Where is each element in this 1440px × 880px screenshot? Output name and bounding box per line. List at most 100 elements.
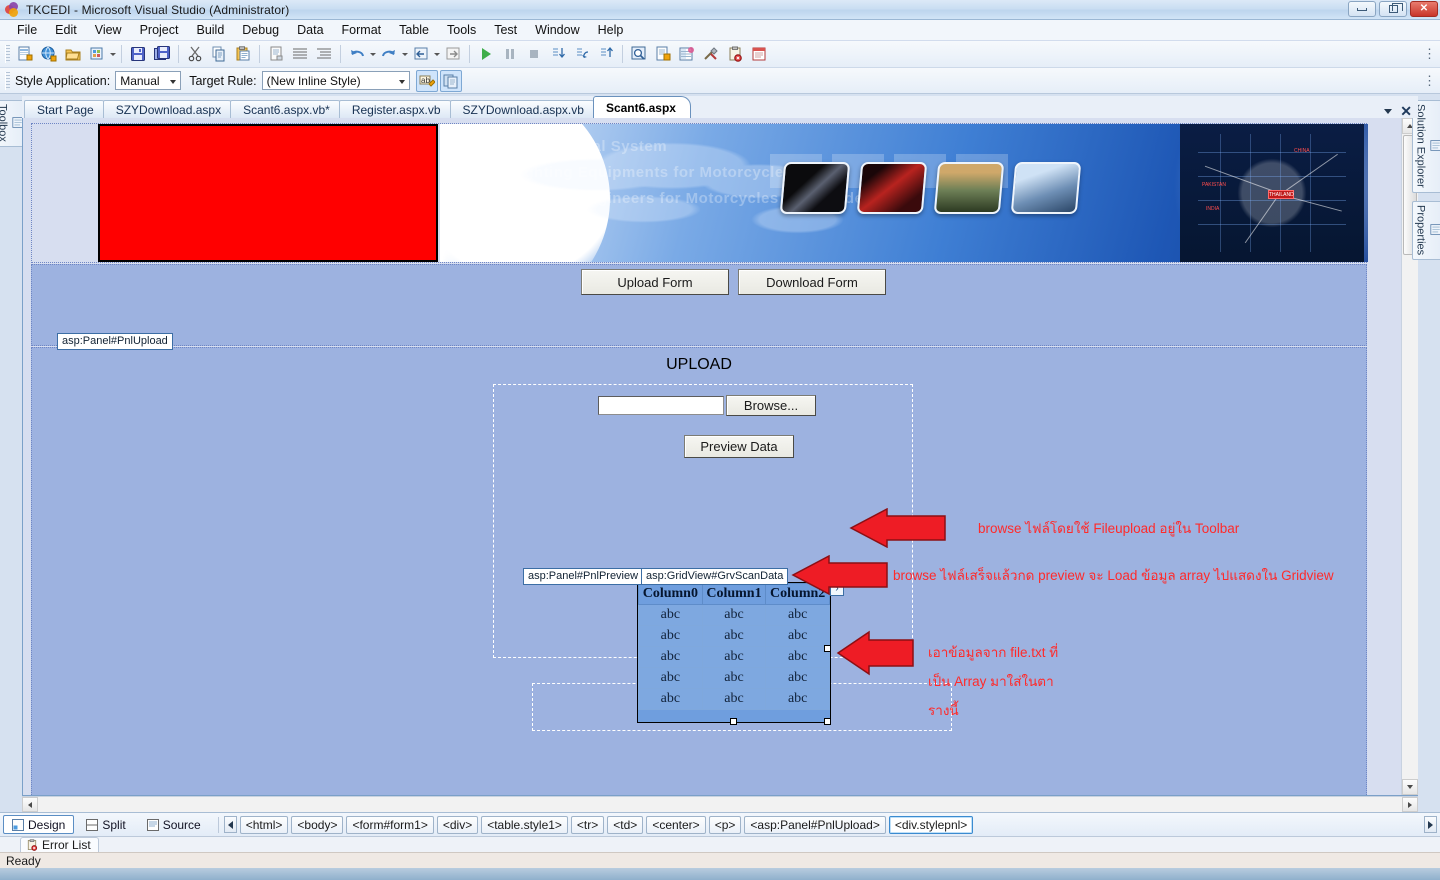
browse-button[interactable]: Browse... bbox=[726, 395, 816, 416]
menu-item-format[interactable]: Format bbox=[333, 21, 391, 39]
start-debug-icon[interactable] bbox=[475, 43, 497, 65]
error-list-tab[interactable]: Error List bbox=[20, 837, 99, 852]
menu-item-debug[interactable]: Debug bbox=[233, 21, 288, 39]
file-upload-input[interactable] bbox=[598, 396, 724, 415]
undo-icon[interactable] bbox=[346, 43, 368, 65]
tag-nav-scroll-right[interactable] bbox=[1424, 816, 1437, 833]
new-item2-icon[interactable] bbox=[652, 43, 674, 65]
tag-nav-scroll-left[interactable] bbox=[224, 816, 237, 833]
menu-item-project[interactable]: Project bbox=[131, 21, 188, 39]
new-project-icon[interactable] bbox=[14, 43, 36, 65]
properties-window-icon[interactable] bbox=[676, 43, 698, 65]
minimize-button[interactable] bbox=[1348, 1, 1376, 17]
style-toolbar-grip[interactable] bbox=[5, 72, 10, 90]
navigate-back-icon[interactable] bbox=[410, 43, 432, 65]
panel-tag-pnlupload[interactable]: asp:Panel#PnlUpload bbox=[57, 333, 173, 350]
cut-icon[interactable] bbox=[184, 43, 206, 65]
step-out-icon[interactable] bbox=[595, 43, 617, 65]
menu-item-file[interactable]: File bbox=[8, 21, 46, 39]
apply-style-icon[interactable]: ab bbox=[416, 70, 438, 92]
document-tab-start-page[interactable]: Start Page bbox=[24, 100, 109, 118]
banner-region[interactable]: Professional SystemLighting Equipments f… bbox=[31, 123, 1367, 263]
menu-item-build[interactable]: Build bbox=[187, 21, 233, 39]
chevron-down-icon[interactable] bbox=[1384, 109, 1392, 114]
menu-item-view[interactable]: View bbox=[86, 21, 131, 39]
source-view-button[interactable]: Source bbox=[138, 815, 210, 834]
maximize-button[interactable] bbox=[1379, 1, 1407, 17]
tag-nav-chip[interactable]: <asp:Panel#PnlUpload> bbox=[744, 816, 885, 834]
save-all-icon[interactable] bbox=[151, 43, 173, 65]
document-tab-register-aspx-vb[interactable]: Register.aspx.vb bbox=[339, 100, 456, 118]
panel-tag-pnlpreview[interactable]: asp:Panel#PnlPreview bbox=[523, 568, 643, 585]
new-item-icon[interactable] bbox=[86, 43, 108, 65]
document-tab-szydownload-aspx[interactable]: SZYDownload.aspx bbox=[103, 100, 236, 118]
tools-icon[interactable] bbox=[700, 43, 722, 65]
tag-nav-chip[interactable]: <table.style1> bbox=[481, 816, 568, 834]
style-application-dropdown[interactable]: Manual bbox=[115, 71, 181, 90]
navigate-back-dropdown-icon[interactable] bbox=[433, 43, 441, 65]
menu-item-tools[interactable]: Tools bbox=[438, 21, 485, 39]
indent-icon[interactable] bbox=[289, 43, 311, 65]
paste-icon[interactable] bbox=[232, 43, 254, 65]
dock-tab-properties[interactable]: Properties bbox=[1412, 201, 1440, 260]
redo-dropdown-icon[interactable] bbox=[401, 43, 409, 65]
attach-stylesheet-icon[interactable] bbox=[440, 70, 462, 92]
add-web-site-icon[interactable] bbox=[38, 43, 60, 65]
tag-nav-chip[interactable]: <p> bbox=[709, 816, 742, 834]
designer-horizontal-scrollbar[interactable] bbox=[22, 796, 1418, 812]
download-form-button[interactable]: Download Form bbox=[738, 269, 886, 295]
error-list-icon[interactable] bbox=[724, 43, 746, 65]
save-icon[interactable] bbox=[127, 43, 149, 65]
horizontal-scroll-track[interactable] bbox=[38, 797, 1402, 812]
design-view-button[interactable]: Design bbox=[3, 815, 74, 834]
copy-icon[interactable] bbox=[208, 43, 230, 65]
menu-item-test[interactable]: Test bbox=[485, 21, 526, 39]
scroll-left-button[interactable] bbox=[22, 797, 38, 812]
scroll-right-button[interactable] bbox=[1402, 797, 1418, 812]
document-tab-szydownload-aspx-vb[interactable]: SZYDownload.aspx.vb bbox=[450, 100, 599, 118]
preview-data-button[interactable]: Preview Data bbox=[684, 435, 794, 458]
output-window-icon[interactable] bbox=[748, 43, 770, 65]
tag-nav-chip[interactable]: <div.stylepnl> bbox=[889, 816, 974, 834]
style-toolbar-overflow-button[interactable]: ⋮ bbox=[1423, 79, 1436, 83]
web-form-designer[interactable]: Professional SystemLighting Equipments f… bbox=[23, 118, 1401, 795]
tag-nav-chip[interactable]: <center> bbox=[646, 816, 705, 834]
open-file-icon[interactable] bbox=[62, 43, 84, 65]
step-over-icon[interactable] bbox=[571, 43, 593, 65]
toolbar-overflow-button[interactable]: ⋮ bbox=[1423, 52, 1436, 56]
resize-handle-corner[interactable] bbox=[824, 718, 831, 725]
resize-handle-right[interactable] bbox=[824, 645, 831, 652]
scroll-down-button[interactable] bbox=[1402, 779, 1418, 795]
split-view-button[interactable]: Split bbox=[77, 815, 134, 834]
target-rule-dropdown[interactable]: (New Inline Style) bbox=[262, 71, 410, 90]
stop-icon[interactable] bbox=[523, 43, 545, 65]
menu-item-table[interactable]: Table bbox=[390, 21, 438, 39]
red-placeholder-box[interactable] bbox=[98, 124, 438, 262]
undo-dropdown-icon[interactable] bbox=[369, 43, 377, 65]
pause-icon[interactable] bbox=[499, 43, 521, 65]
menu-item-edit[interactable]: Edit bbox=[46, 21, 86, 39]
tag-nav-chip[interactable]: <tr> bbox=[571, 816, 604, 834]
resize-handle-bottom[interactable] bbox=[730, 718, 737, 725]
close-button[interactable]: ✕ bbox=[1410, 1, 1438, 17]
navigate-forward-icon[interactable] bbox=[442, 43, 464, 65]
new-item-dropdown-icon[interactable] bbox=[109, 43, 117, 65]
close-icon[interactable]: ✕ bbox=[1400, 106, 1412, 116]
outdent-icon[interactable] bbox=[313, 43, 335, 65]
tag-nav-chip[interactable]: <html> bbox=[240, 816, 289, 834]
comment-icon[interactable] bbox=[265, 43, 287, 65]
find-icon[interactable] bbox=[628, 43, 650, 65]
tag-nav-chip[interactable]: <form#form1> bbox=[346, 816, 433, 834]
document-tab-scant6-aspx-vb-[interactable]: Scant6.aspx.vb* bbox=[230, 100, 345, 118]
gridview-scan-data[interactable]: › Column0Column1Column2 abcabcabcabcabca… bbox=[637, 582, 831, 723]
tag-nav-chip[interactable]: <div> bbox=[437, 816, 478, 834]
upload-form-button[interactable]: Upload Form bbox=[581, 269, 729, 295]
menu-item-window[interactable]: Window bbox=[526, 21, 588, 39]
step-into-icon[interactable] bbox=[547, 43, 569, 65]
tag-nav-chip[interactable]: <td> bbox=[607, 816, 643, 834]
toolbar-grip[interactable] bbox=[5, 45, 10, 63]
gridview-tag-grvscandata[interactable]: asp:GridView#GrvScanData bbox=[641, 568, 788, 585]
redo-icon[interactable] bbox=[378, 43, 400, 65]
document-tab-scant6-aspx[interactable]: Scant6.aspx bbox=[593, 96, 691, 118]
tag-nav-chip[interactable]: <body> bbox=[291, 816, 343, 834]
